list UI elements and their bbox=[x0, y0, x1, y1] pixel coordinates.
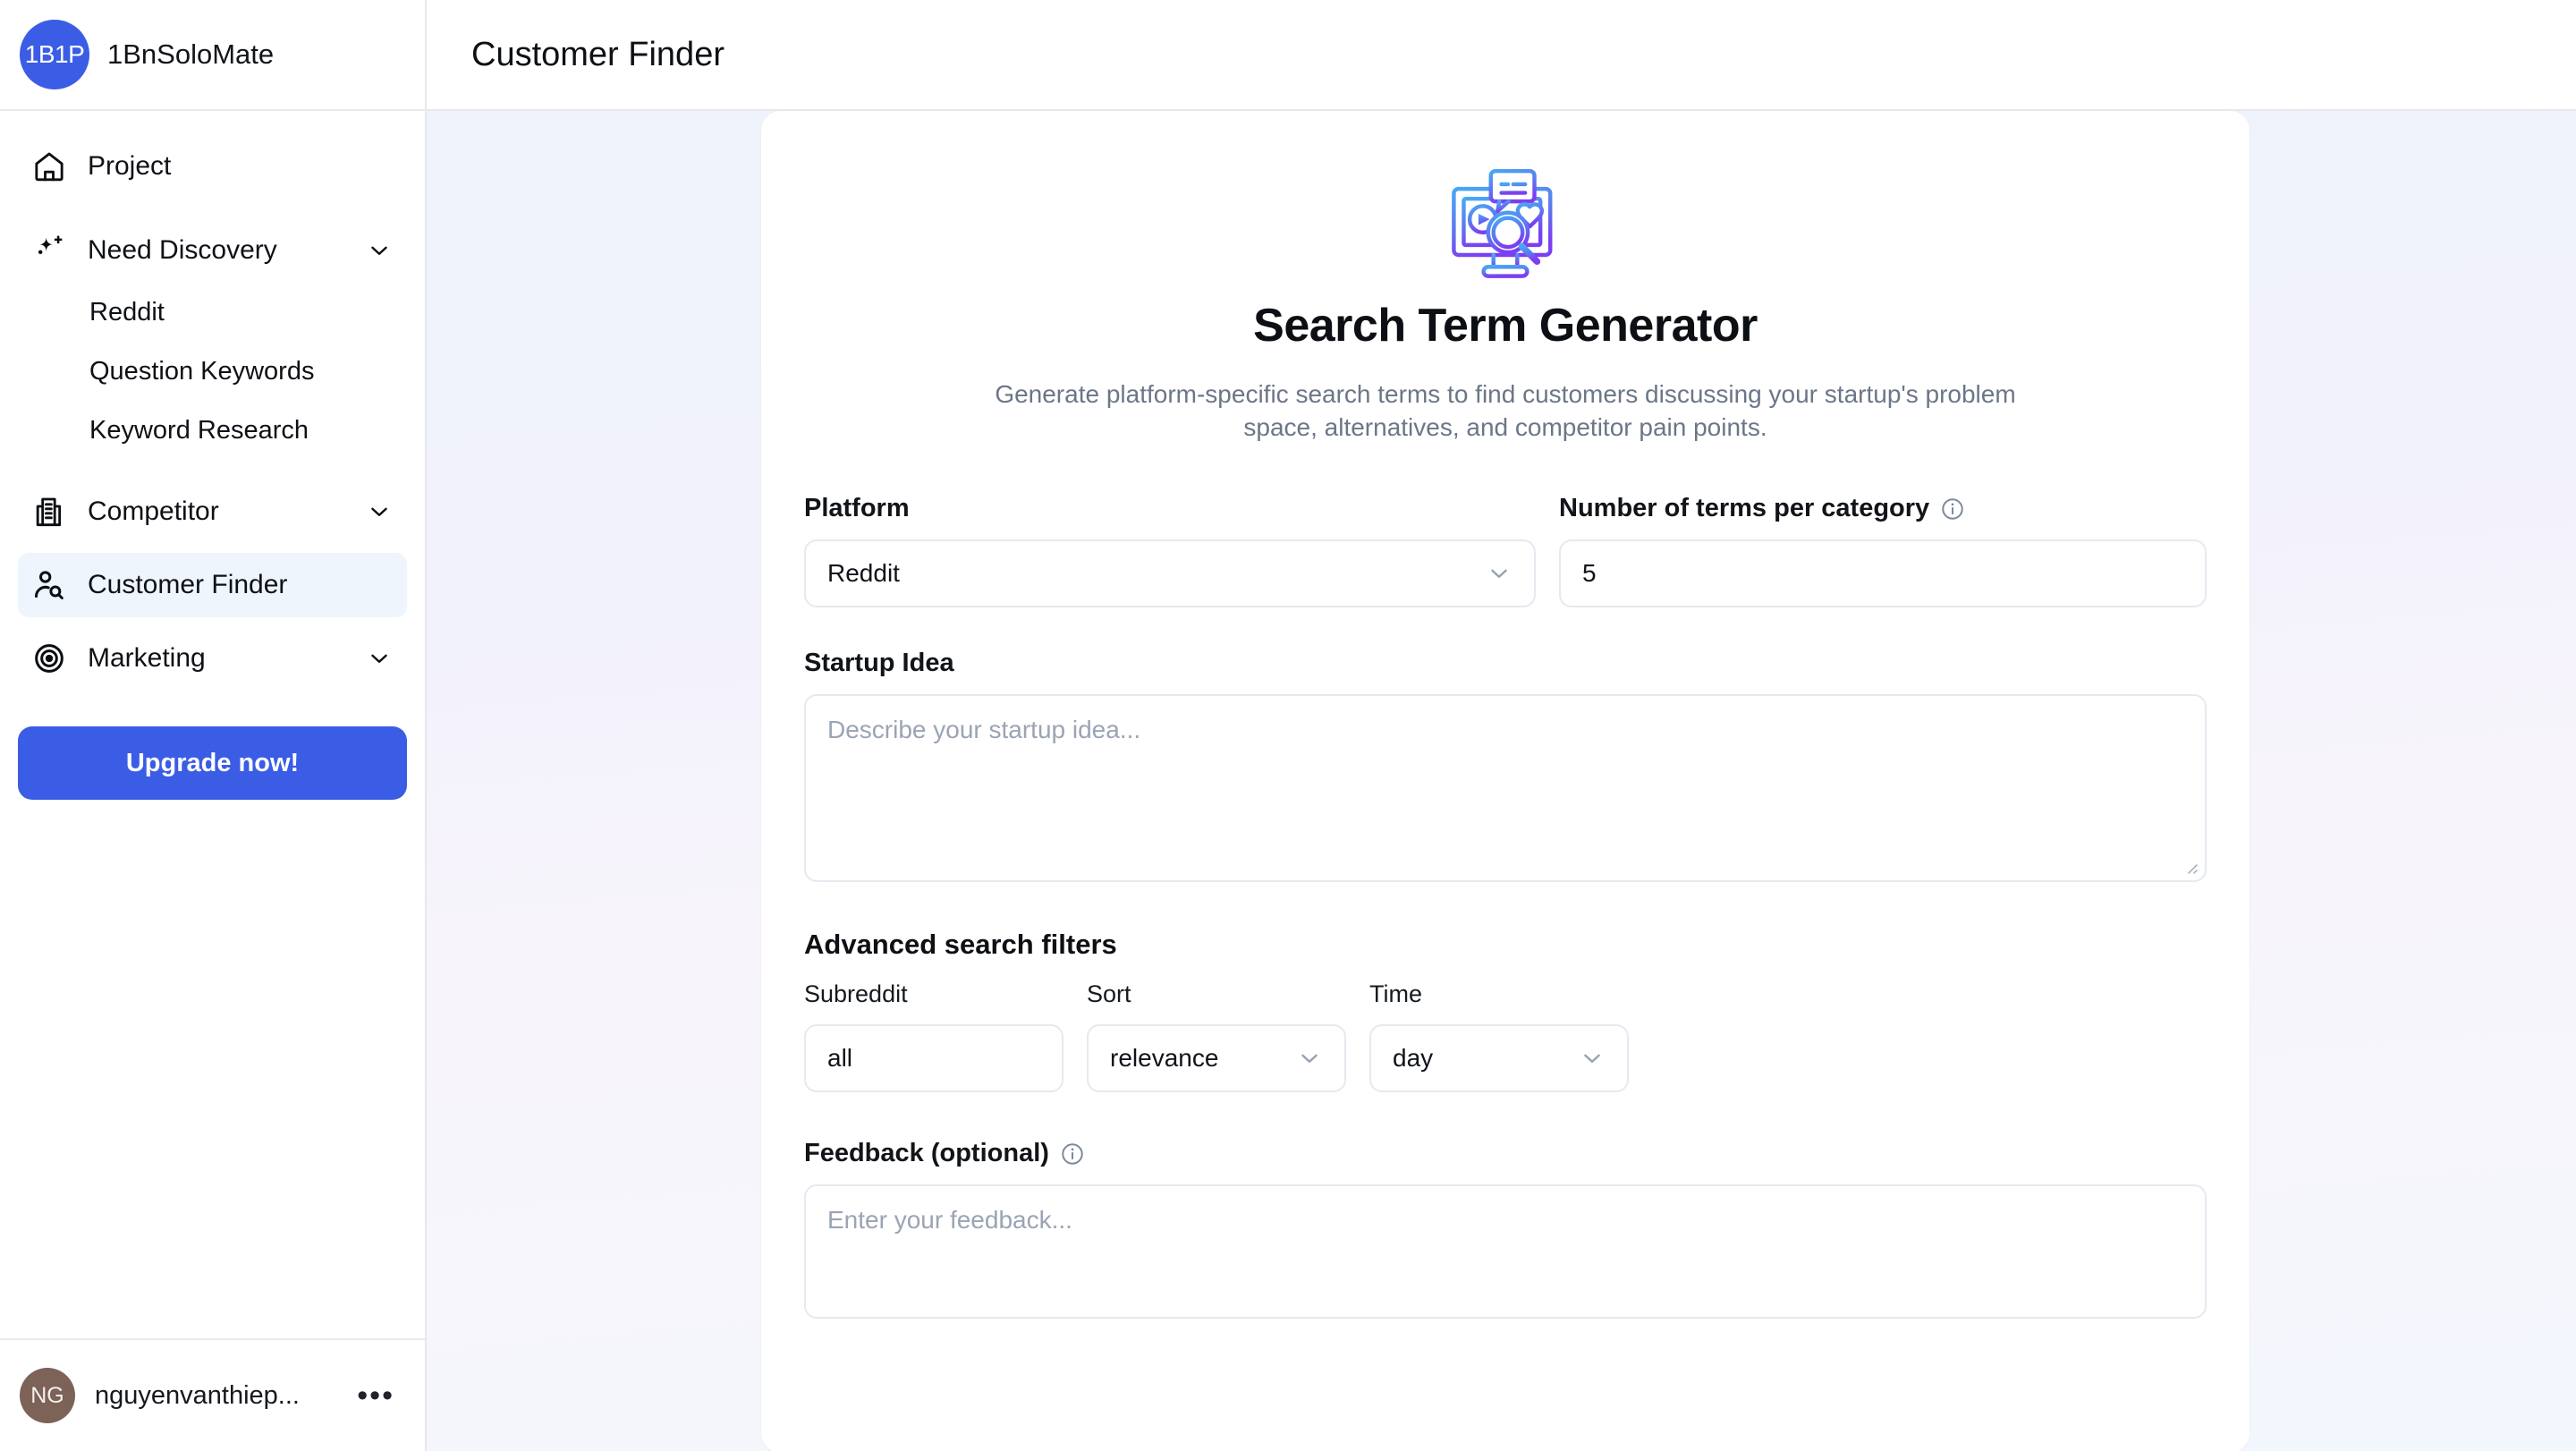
search-term-generator-card: Search Term Generator Generate platform-… bbox=[761, 111, 2250, 1451]
person-search-icon bbox=[30, 566, 68, 604]
platform-select[interactable]: Reddit bbox=[804, 539, 1536, 608]
startup-idea-label: Startup Idea bbox=[804, 649, 954, 678]
subreddit-label: Subreddit bbox=[804, 980, 908, 1008]
hero-subtitle: Generate platform-specific search terms … bbox=[995, 380, 2016, 442]
sparkle-icon bbox=[30, 232, 68, 269]
info-icon[interactable] bbox=[1940, 496, 1965, 522]
feedback-field: Feedback (optional) Enter your feedback.… bbox=[804, 1139, 2207, 1319]
avatar: NG bbox=[20, 1368, 75, 1423]
chevron-down-icon bbox=[1486, 560, 1513, 587]
sidebar-item-label: Customer Finder bbox=[88, 570, 288, 599]
chevron-down-icon bbox=[1296, 1045, 1323, 1072]
app-root: 1B1P 1BnSoloMate Project Need Discovery … bbox=[0, 0, 2576, 1451]
sidebar-item-label: Project bbox=[88, 151, 172, 181]
chevron-down-icon[interactable] bbox=[364, 235, 394, 266]
content-scroll-area: Search Term Generator Generate platform-… bbox=[427, 111, 2576, 1451]
sort-select[interactable]: relevance bbox=[1087, 1024, 1346, 1093]
sidebar-item-reddit[interactable]: Reddit bbox=[18, 283, 407, 342]
user-account-row[interactable]: NG nguyenvanthiep... ••• bbox=[0, 1338, 425, 1451]
hero-title: Search Term Generator bbox=[1253, 300, 1758, 352]
chevron-down-icon bbox=[1579, 1045, 1606, 1072]
sidebar-item-project[interactable]: Project bbox=[18, 134, 407, 199]
sidebar-group-need-discovery[interactable]: Need Discovery bbox=[18, 218, 407, 283]
feedback-label-text: Feedback (optional) bbox=[804, 1139, 1049, 1168]
terms-count-field: Number of terms per category 5 bbox=[1559, 494, 2207, 608]
feedback-placeholder: Enter your feedback... bbox=[827, 1206, 1072, 1235]
sidebar-subitem-label: Question Keywords bbox=[89, 356, 315, 386]
brand-header[interactable]: 1B1P 1BnSoloMate bbox=[0, 0, 425, 111]
chevron-down-icon[interactable] bbox=[364, 643, 394, 674]
advanced-filters-row: Subreddit all Sort relevance Time day bbox=[804, 980, 2207, 1093]
page-title: Customer Finder bbox=[471, 35, 724, 73]
resize-handle-icon[interactable] bbox=[2182, 859, 2200, 877]
info-icon[interactable] bbox=[1060, 1141, 1085, 1167]
upgrade-now-button[interactable]: Upgrade now! bbox=[18, 726, 407, 800]
time-value: day bbox=[1393, 1044, 1434, 1073]
sort-label: Sort bbox=[1087, 980, 1131, 1008]
startup-idea-field: Startup Idea Describe your startup idea.… bbox=[804, 649, 2207, 883]
platform-label: Platform bbox=[804, 494, 910, 523]
time-select[interactable]: day bbox=[1369, 1024, 1629, 1093]
platform-terms-row: Platform Reddit Number of terms per cate… bbox=[804, 494, 2207, 608]
sidebar-item-label: Marketing bbox=[88, 643, 206, 673]
feedback-textarea[interactable]: Enter your feedback... bbox=[804, 1184, 2207, 1319]
sidebar-subitem-label: Reddit bbox=[89, 297, 165, 327]
sort-field: Sort relevance bbox=[1087, 980, 1346, 1093]
sidebar-item-label: Need Discovery bbox=[88, 235, 277, 265]
target-icon bbox=[30, 640, 68, 677]
sidebar-subitem-label: Keyword Research bbox=[89, 415, 309, 445]
terms-count-label-text: Number of terms per category bbox=[1559, 494, 1930, 523]
user-name: nguyenvanthiep... bbox=[95, 1380, 300, 1410]
monitor-search-icon bbox=[804, 166, 2207, 283]
time-field: Time day bbox=[1369, 980, 1629, 1093]
sidebar-item-label: Competitor bbox=[88, 496, 219, 526]
platform-value: Reddit bbox=[827, 559, 900, 588]
workspace-name: 1BnSoloMate bbox=[107, 38, 275, 70]
platform-field: Platform Reddit bbox=[804, 494, 1536, 608]
feedback-label: Feedback (optional) bbox=[804, 1139, 2207, 1168]
main-area: Customer Finder Search Term Generator Ge… bbox=[427, 0, 2576, 1451]
terms-count-label: Number of terms per category bbox=[1559, 494, 2207, 523]
sidebar-group-marketing[interactable]: Marketing bbox=[18, 626, 407, 691]
user-menu-icon[interactable]: ••• bbox=[357, 1380, 405, 1411]
workspace-avatar: 1B1P bbox=[20, 20, 89, 89]
sidebar-item-question-keywords[interactable]: Question Keywords bbox=[18, 342, 407, 401]
sidebar-item-keyword-research[interactable]: Keyword Research bbox=[18, 401, 407, 460]
sidebar: 1B1P 1BnSoloMate Project Need Discovery … bbox=[0, 0, 427, 1451]
sidebar-nav: Project Need Discovery Reddit Question K… bbox=[0, 111, 425, 691]
subreddit-field: Subreddit all bbox=[804, 980, 1063, 1093]
upgrade-section: Upgrade now! bbox=[0, 691, 425, 800]
terms-count-input[interactable]: 5 bbox=[1559, 539, 2207, 608]
terms-count-value: 5 bbox=[1582, 559, 1597, 588]
home-icon bbox=[30, 148, 68, 185]
sort-value: relevance bbox=[1110, 1044, 1219, 1073]
advanced-filters-title: Advanced search filters bbox=[804, 929, 1117, 961]
time-label: Time bbox=[1369, 980, 1422, 1008]
startup-idea-placeholder: Describe your startup idea... bbox=[827, 716, 1141, 744]
sidebar-group-competitor[interactable]: Competitor bbox=[18, 479, 407, 544]
sidebar-item-customer-finder[interactable]: Customer Finder bbox=[18, 553, 407, 617]
chevron-down-icon[interactable] bbox=[364, 496, 394, 527]
top-bar: Customer Finder bbox=[427, 0, 2576, 111]
subreddit-input[interactable]: all bbox=[804, 1024, 1063, 1093]
subreddit-value: all bbox=[827, 1044, 853, 1073]
startup-idea-textarea[interactable]: Describe your startup idea... bbox=[804, 694, 2207, 883]
building-icon bbox=[30, 493, 68, 530]
